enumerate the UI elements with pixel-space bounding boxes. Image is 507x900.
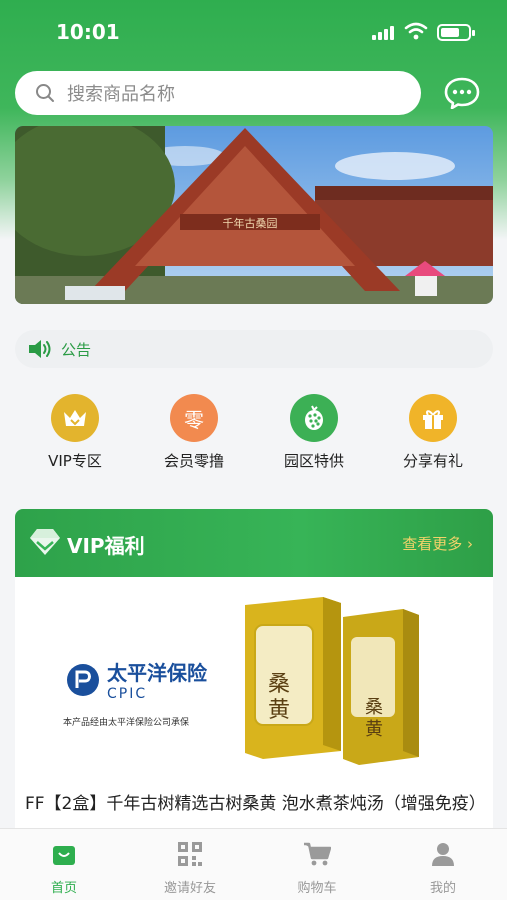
banner-photo: 千年古桑园 [15,126,493,304]
product-title[interactable]: FF【2盒】千年古树精选古树桑黄 泡水煮茶炖汤（增强免疫） [25,791,486,817]
message-icon[interactable] [444,77,480,109]
bottom-tab-bar: 首页 邀请好友 购物车 我的 [0,828,507,900]
tab-label: 我的 [429,881,456,896]
product-image[interactable]: 太平洋保险 CPIC 本产品经由太平洋保险公司承保 桑黄 桑黄 [15,577,493,789]
battery-icon [437,24,475,41]
berry-icon [290,394,338,442]
announcement-label: 公告 [61,340,92,359]
vip-section-header: VIP福利 查看更多 › [15,509,493,577]
cart-icon [304,842,331,866]
view-more-link[interactable]: 查看更多 › [402,533,473,554]
tab-label: 邀请好友 [163,881,216,896]
insurer-en: CPIC [107,686,148,702]
vip-section-title: VIP福利 [67,534,145,558]
category-vip[interactable]: VIP专区 [15,394,135,471]
category-label: 园区特供 [283,452,344,470]
vip-section: VIP福利 查看更多 › 太平洋保险 CPIC 本产品经由太平洋保险公司承保 桑… [15,509,493,839]
category-label: 分享有礼 [402,452,463,470]
category-grid: VIP专区 零 会员零撸 园区特供 分享有礼 [0,394,507,484]
category-label: 会员零撸 [163,452,224,470]
qr-code-icon [178,842,202,866]
banner-image[interactable]: 千年古桑园 [15,126,493,304]
status-bar: 10:01 [0,0,507,64]
tab-home[interactable]: 首页 [9,839,119,896]
announcement-bar[interactable]: 公告 [15,330,493,368]
search-placeholder: 搜索商品名称 [67,84,175,105]
product-box-label: 桑黄 [268,672,291,723]
tab-cart[interactable]: 购物车 [262,839,372,896]
insurer-note: 本产品经由太平洋保险公司承保 [63,718,190,728]
zero-icon: 零 [170,394,218,442]
view-more-label: 查看更多 [402,535,463,553]
home-bag-icon [53,846,75,865]
cpic-logo-icon [67,663,99,696]
user-icon [432,843,454,866]
tab-label: 购物车 [297,881,337,896]
crown-icon [51,394,99,442]
speaker-icon [29,340,51,358]
category-park-special[interactable]: 园区特供 [254,394,374,471]
signal-icon [372,26,394,40]
insurer-name: 太平洋保险 [107,661,207,685]
tab-invite[interactable]: 邀请好友 [135,839,245,896]
product-box-label-2: 桑黄 [365,697,383,740]
svg-text:千年古桑园: 千年古桑园 [223,216,278,230]
category-member-zero[interactable]: 零 会员零撸 [134,394,254,471]
search-icon [36,84,54,102]
wifi-icon [404,22,428,40]
insurer-logo: 太平洋保险 CPIC 本产品经由太平洋保险公司承保 [63,657,207,728]
diamond-icon [30,529,60,555]
tab-label: 首页 [50,881,77,896]
chevron-right-icon: › [467,535,473,553]
search-input[interactable]: 搜索商品名称 [15,71,421,115]
gift-icon [409,394,457,442]
category-label: VIP专区 [48,452,102,470]
status-time: 10:01 [56,20,120,44]
category-share-gift[interactable]: 分享有礼 [373,394,493,471]
tab-mine[interactable]: 我的 [388,839,498,896]
